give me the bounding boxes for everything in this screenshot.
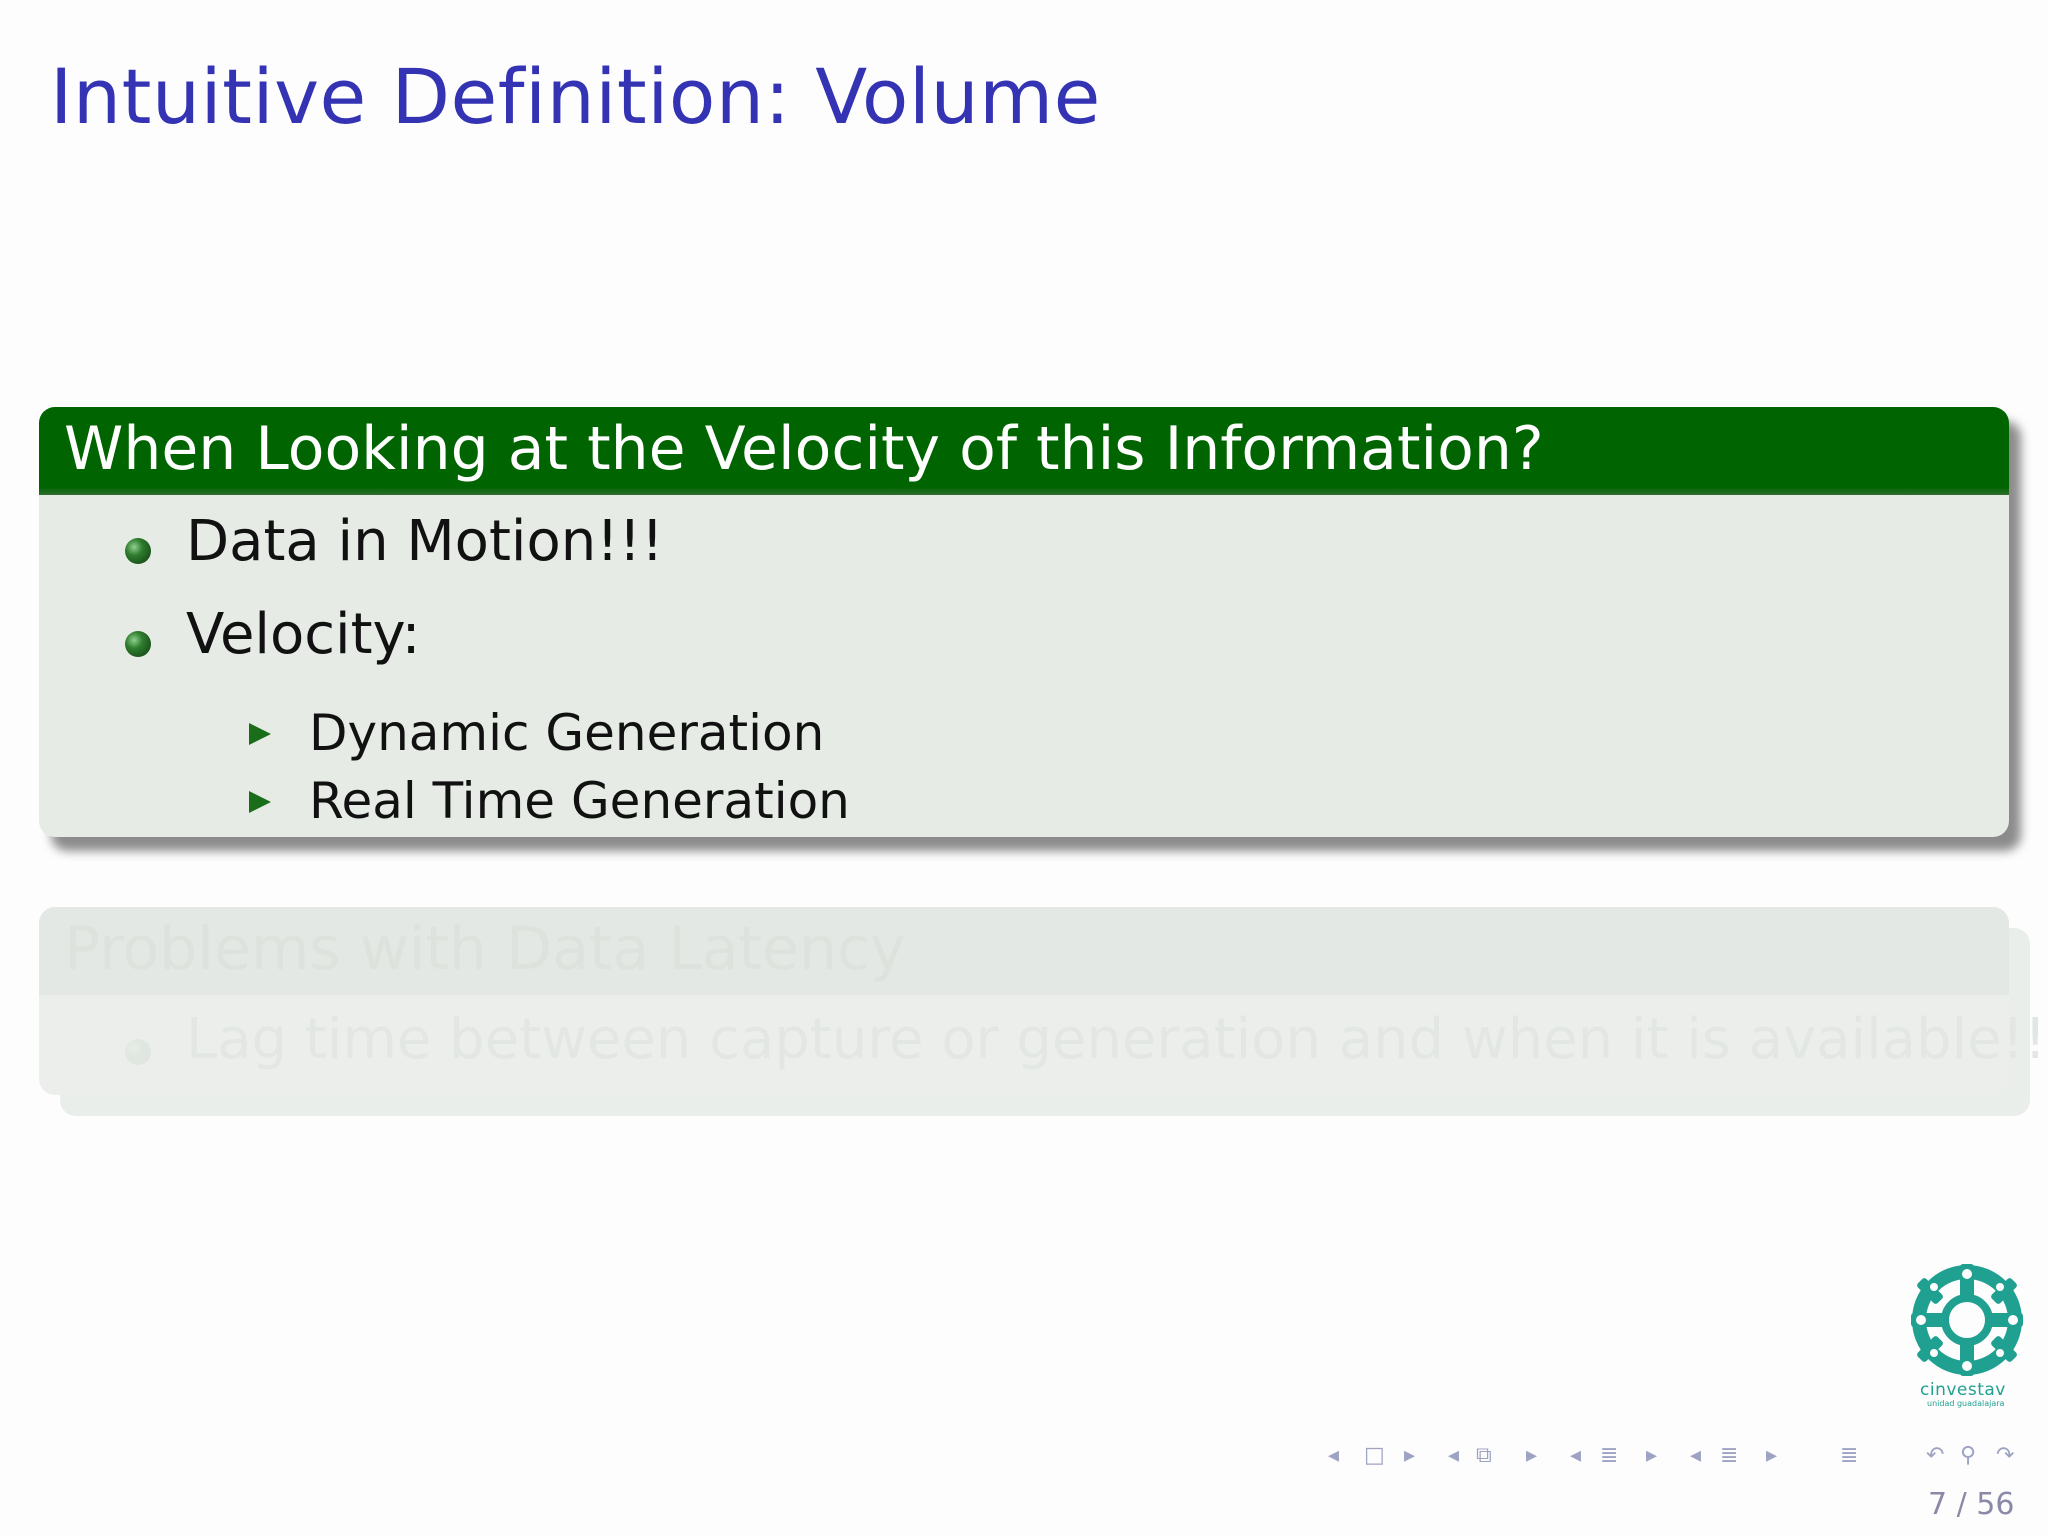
logo-subtitle: unidad guadalajara bbox=[1927, 1399, 2005, 1408]
bullet-triangle-icon bbox=[249, 723, 271, 745]
velocity-block: When Looking at the Velocity of this Inf… bbox=[39, 407, 2009, 837]
nav-arrow-right-icon[interactable]: ▸ bbox=[1646, 1443, 1657, 1468]
bullet-ball-icon bbox=[125, 631, 151, 657]
bullet-triangle-icon bbox=[249, 791, 271, 813]
list-item: Lag time between capture or generation a… bbox=[186, 1007, 2048, 1072]
nav-arrow-left-icon[interactable]: ◂ bbox=[1448, 1443, 1459, 1468]
page-number: 7 / 56 bbox=[1928, 1487, 2015, 1522]
latency-block: Problems with Data Latency Lag time betw… bbox=[39, 907, 2048, 1095]
list-item: Data in Motion!!! bbox=[186, 509, 664, 574]
slide: Intuitive Definition: Volume When Lookin… bbox=[0, 0, 2048, 1536]
nav-arrow-right-icon[interactable]: ▸ bbox=[1526, 1443, 1537, 1468]
bullet-ball-icon bbox=[125, 538, 151, 564]
sub-list-item: Real Time Generation bbox=[309, 772, 850, 830]
latency-block-header: Problems with Data Latency bbox=[39, 907, 2009, 995]
logo-wordmark: cinvestav bbox=[1920, 1380, 2006, 1400]
nav-arrow-right-icon[interactable]: ▸ bbox=[1766, 1443, 1777, 1468]
nav-forward-icon[interactable]: ↷ bbox=[1996, 1443, 2014, 1468]
nav-search-icon[interactable]: ⚲ bbox=[1960, 1443, 1976, 1468]
nav-arrow-right-icon[interactable]: ▸ bbox=[1404, 1443, 1415, 1468]
list-item: Velocity: bbox=[186, 602, 421, 667]
nav-section-icon[interactable]: ≣ bbox=[1600, 1443, 1618, 1468]
nav-arrow-left-icon[interactable]: ◂ bbox=[1570, 1443, 1581, 1468]
velocity-block-header: When Looking at the Velocity of this Inf… bbox=[39, 407, 2009, 495]
nav-align-icon[interactable]: ≣ bbox=[1840, 1443, 1858, 1468]
nav-back-icon[interactable]: ↶ bbox=[1926, 1443, 1944, 1468]
nav-subsection-icon[interactable]: ⧉ bbox=[1476, 1443, 1492, 1468]
nav-arrow-left-icon[interactable]: ◂ bbox=[1328, 1443, 1339, 1468]
beamer-nav-bar: ◂ □ ▸ ◂ ⧉ ▸ ◂ ≣ ▸ ◂ ≣ ▸ ≣ ↶ ⚲ ↷ bbox=[1320, 1443, 2040, 1479]
nav-section-icon[interactable]: ≣ bbox=[1720, 1443, 1738, 1468]
nav-arrow-left-icon[interactable]: ◂ bbox=[1690, 1443, 1701, 1468]
slide-title: Intuitive Definition: Volume bbox=[50, 52, 1101, 141]
nav-frame-icon[interactable]: □ bbox=[1364, 1443, 1385, 1468]
sub-list-item: Dynamic Generation bbox=[309, 704, 825, 762]
bullet-ball-icon bbox=[125, 1039, 151, 1065]
